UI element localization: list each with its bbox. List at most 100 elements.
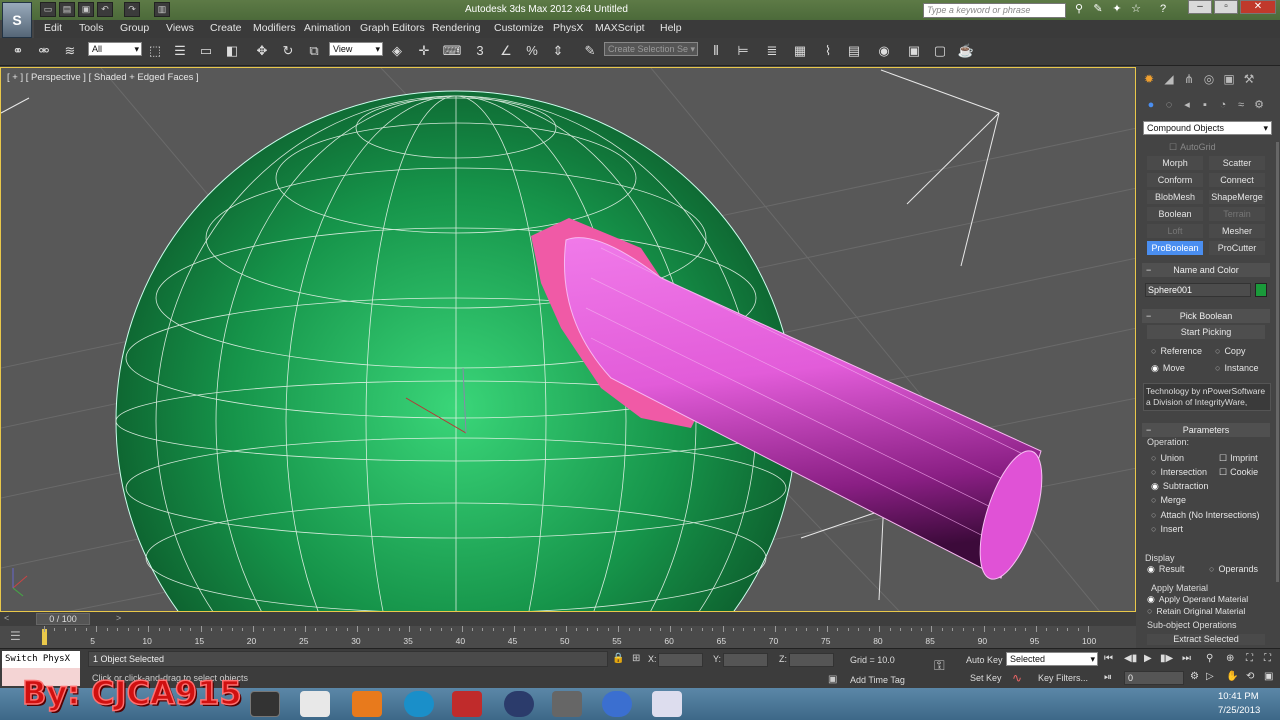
x-coordinate-field[interactable]	[658, 653, 703, 667]
category-dropdown[interactable]: Compound Objects	[1143, 121, 1272, 135]
menu-views[interactable]: Views	[166, 22, 194, 34]
headset-taskbar-icon[interactable]	[552, 691, 582, 717]
auto-key-button[interactable]: Auto Key	[966, 655, 1003, 665]
current-frame-field[interactable]: 0	[1124, 671, 1184, 685]
menu-customize[interactable]: Customize	[494, 22, 544, 34]
render-setup-icon[interactable]: ▣	[904, 41, 924, 61]
transform-mode-icon[interactable]: ⊞	[632, 653, 640, 664]
merge-radio[interactable]: Merge	[1151, 495, 1186, 505]
motion-tab-icon[interactable]: ◎	[1201, 71, 1217, 87]
key-curve-icon[interactable]: ∿	[1012, 671, 1022, 685]
link-icon[interactable]: ⚭	[8, 41, 28, 61]
redo-icon[interactable]: ↷	[124, 2, 140, 17]
procutter-button[interactable]: ProCutter	[1209, 241, 1265, 255]
panel-scrollbar[interactable]	[1276, 142, 1279, 582]
mini-curve-editor-icon[interactable]: ☰	[10, 629, 21, 643]
systems-icon[interactable]: ⚙	[1251, 97, 1267, 113]
schematic-view-icon[interactable]: ▤	[844, 41, 864, 61]
menu-modifiers[interactable]: Modifiers	[253, 22, 296, 34]
align-icon[interactable]: ⊨	[733, 41, 753, 61]
material-editor-icon[interactable]: ◉	[874, 41, 894, 61]
select-manipulate-icon[interactable]: ✛	[414, 41, 434, 61]
field-of-view-icon[interactable]: ▷	[1206, 671, 1214, 682]
helpers-icon[interactable]: ◔	[1215, 97, 1231, 113]
key-icon[interactable]: ⚿	[934, 657, 945, 674]
media-taskbar-icon[interactable]	[404, 691, 434, 717]
airplane-taskbar-icon[interactable]	[652, 691, 682, 717]
angle-snap-icon[interactable]: ∠	[496, 41, 516, 61]
scatter-button[interactable]: Scatter	[1209, 156, 1265, 170]
intersection-radio[interactable]: Intersection	[1151, 467, 1207, 477]
display-tab-icon[interactable]: ▣	[1221, 71, 1237, 87]
snaps-toggle-icon[interactable]: 3	[470, 41, 490, 61]
graphite-ribbon-icon[interactable]: ▦	[790, 41, 810, 61]
name-and-color-rollout[interactable]: Name and Color	[1142, 263, 1270, 277]
perspective-viewport[interactable]: [ + ] [ Perspective ] [ Shaded + Edged F…	[0, 67, 1136, 612]
set-key-button[interactable]: Set Key	[970, 673, 1002, 683]
layer-manager-icon[interactable]: ≣	[762, 41, 782, 61]
pick-boolean-rollout[interactable]: Pick Boolean	[1142, 309, 1270, 323]
window-crossing-icon[interactable]: ◧	[222, 41, 242, 61]
time-slider[interactable]: < 0 / 100 >	[0, 612, 1136, 626]
unlink-icon[interactable]: ⚮	[34, 41, 54, 61]
menu-help[interactable]: Help	[660, 22, 682, 34]
menu-animation[interactable]: Animation	[304, 22, 351, 34]
rectangular-selection-icon[interactable]: ▭	[196, 41, 216, 61]
time-prev-arrow-icon[interactable]: <	[4, 613, 9, 623]
attach-radio[interactable]: Attach (No Intersections)	[1151, 510, 1259, 520]
parameters-rollout[interactable]: Parameters	[1142, 423, 1270, 437]
copy-radio[interactable]: Copy	[1215, 346, 1245, 356]
go-to-start-icon[interactable]: ⏮	[1104, 653, 1113, 664]
union-radio[interactable]: Union	[1151, 453, 1184, 463]
edit-named-selection-icon[interactable]: ✎	[580, 41, 600, 61]
track-bar[interactable]: ☰ 5 10 15 20 25 30 35 40 45 50 55 60 65 70 75 80 85 90 95 1…	[0, 626, 1136, 648]
rotate-icon[interactable]: ↻	[278, 41, 298, 61]
play-icon[interactable]: ▶	[1144, 653, 1152, 664]
spinner-snap-icon[interactable]: ⇕	[548, 41, 568, 61]
render-production-icon[interactable]: ☕	[956, 41, 976, 61]
shapemerge-button[interactable]: ShapeMerge	[1209, 190, 1265, 204]
time-tag-icon[interactable]: ▣	[828, 674, 837, 685]
go-to-end-icon[interactable]: ⏭	[1182, 653, 1191, 664]
next-frame-icon[interactable]: ▮▶	[1160, 653, 1173, 664]
search-input[interactable]: Type a keyword or phrase	[923, 3, 1066, 18]
boolean-button[interactable]: Boolean	[1147, 207, 1203, 221]
key-mode-dropdown[interactable]: Selected	[1006, 652, 1098, 666]
hierarchy-tab-icon[interactable]: ⋔	[1181, 71, 1197, 87]
imprint-checkbox[interactable]: Imprint	[1219, 453, 1258, 464]
minimize-button[interactable]: –	[1188, 0, 1212, 14]
menu-tools[interactable]: Tools	[79, 22, 104, 34]
binoculars-icon[interactable]: ⚲	[1071, 2, 1087, 17]
space-warps-icon[interactable]: ≈	[1233, 97, 1249, 113]
create-tab-icon[interactable]: ✹	[1141, 71, 1157, 87]
vlc-taskbar-icon[interactable]	[352, 691, 382, 717]
time-configuration-icon[interactable]: ⚙	[1190, 671, 1199, 682]
object-color-swatch[interactable]	[1255, 283, 1267, 297]
menu-rendering[interactable]: Rendering	[432, 22, 480, 34]
mirror-icon[interactable]: ⫴	[706, 41, 726, 61]
open-file-icon[interactable]: ▤	[59, 2, 75, 17]
time-next-arrow-icon[interactable]: >	[116, 613, 121, 623]
move-radio[interactable]: Move	[1151, 363, 1185, 374]
close-button[interactable]: ✕	[1240, 0, 1276, 14]
save-icon[interactable]: ▣	[78, 2, 94, 17]
menu-maxscript[interactable]: MAXScript	[595, 22, 645, 34]
maxscript-listener-input[interactable]: Switch PhysX	[2, 651, 80, 668]
object-name-field[interactable]: Sphere001	[1145, 283, 1251, 297]
help-icon[interactable]: ?	[1155, 2, 1171, 17]
reference-coordinate-dropdown[interactable]: View	[329, 42, 383, 56]
3dsmax-taskbar-icon[interactable]	[250, 691, 280, 717]
retain-original-material-radio[interactable]: Retain Original Material	[1147, 606, 1245, 616]
pivot-center-icon[interactable]: ◈	[387, 41, 407, 61]
scale-icon[interactable]: ⧉	[304, 41, 324, 61]
camera-taskbar-icon[interactable]	[452, 691, 482, 717]
autogrid-checkbox[interactable]: AutoGrid	[1169, 142, 1216, 153]
apply-operand-material-radio[interactable]: Apply Operand Material	[1147, 594, 1248, 605]
utilities-tab-icon[interactable]: ⚒	[1241, 71, 1257, 87]
undo-icon[interactable]: ↶	[97, 2, 113, 17]
morph-button[interactable]: Morph	[1147, 156, 1203, 170]
shapes-icon[interactable]: ◌	[1161, 97, 1177, 113]
previous-frame-icon[interactable]: ◀▮	[1124, 653, 1137, 664]
insert-radio[interactable]: Insert	[1151, 524, 1183, 534]
lights-icon[interactable]: ◂	[1179, 97, 1195, 113]
